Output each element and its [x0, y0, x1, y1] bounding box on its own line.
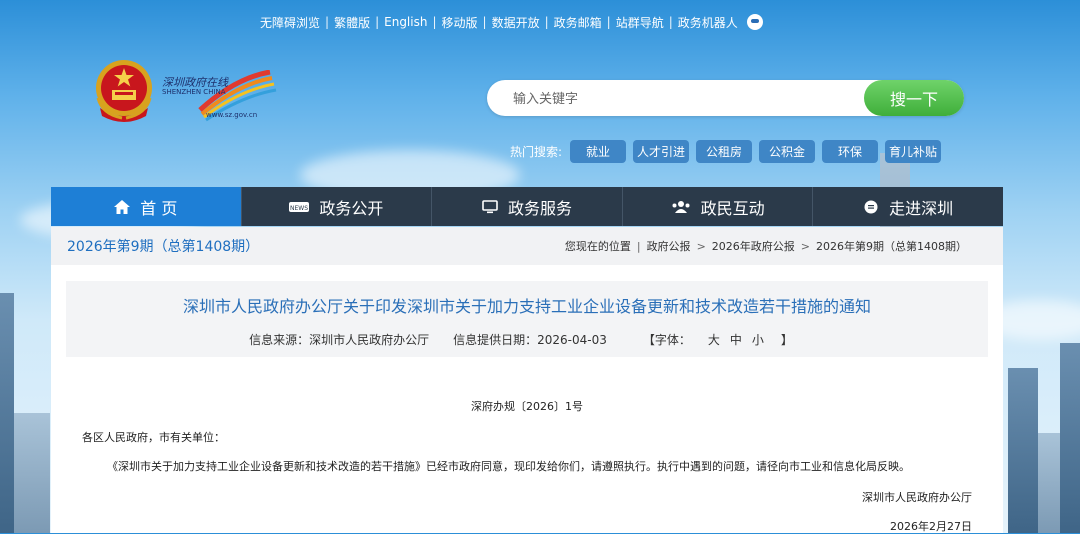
document-number: 深府办规〔2026〕1号 [471, 400, 583, 413]
info-source: 信息来源：深圳市人民政府办公厅 [249, 333, 430, 347]
link-gov-mail[interactable]: 政务邮箱 [549, 14, 607, 31]
breadcrumb-bar: 2026年第9期（总第1408期） 您现在的位置 | 政府公报 > 2026年政府公… [51, 227, 1003, 265]
font-label: 【字体： [642, 333, 691, 347]
link-gov-robot[interactable]: 政务机器人 [673, 14, 743, 31]
hot-tag-talent[interactable]: 人才引进 [633, 140, 690, 163]
link-site-nav[interactable]: 站群导航 [611, 14, 669, 31]
nav-label: 首 页 [140, 198, 178, 218]
search-button[interactable]: 搜一下 [864, 80, 964, 116]
robot-icon[interactable] [746, 14, 763, 30]
body-paragraph: 《深圳市关于加力支持工业企业设备更新和技术改造的若干措施》已经市政府同意，现印发… [107, 460, 910, 473]
salutation: 各区人民政府，市有关单位： [82, 431, 225, 444]
skyline-building [1060, 343, 1080, 533]
nav-label: 政务公开 [319, 198, 384, 218]
breadcrumb-year-gazette[interactable]: 2026年政府公报 [712, 238, 795, 254]
hot-tag-employment[interactable]: 就业 [570, 140, 627, 163]
link-accessibility[interactable]: 无障碍浏览 [255, 14, 325, 31]
font-large-button[interactable]: 大 [708, 333, 720, 347]
nav-gov-services[interactable]: 政务服务 [432, 187, 623, 226]
skyline-building [0, 293, 14, 533]
news-icon: NEWS [289, 201, 310, 212]
search-input[interactable] [511, 80, 845, 118]
info-date: 信息提供日期：2026-04-03 [453, 333, 607, 347]
hot-search: 热门搜索: 就业 人才引进 公租房 公积金 环保 育儿补贴 [510, 140, 948, 163]
article-meta: 信息来源：深圳市人民政府办公厅 信息提供日期：2026-04-03 【字体： 大中… [66, 331, 988, 348]
shenzhen-logo[interactable]: 深圳政府在线 SHENZHEN CHINA www.sz.gov.cn [160, 70, 280, 122]
hot-tag-childcare-subsidy[interactable]: 育儿补贴 [885, 140, 942, 163]
font-medium-button[interactable]: 中 [730, 333, 742, 347]
link-mobile[interactable]: 移动版 [437, 14, 483, 31]
link-english[interactable]: English [379, 15, 432, 29]
national-emblem-icon[interactable] [92, 58, 156, 124]
svg-text:NEWS: NEWS [290, 205, 308, 212]
nav-gov-affairs[interactable]: NEWS 政务公开 [242, 187, 433, 226]
nav-label: 政民互动 [700, 198, 765, 218]
breadcrumb-location-label: 您现在的位置 [564, 240, 631, 253]
home-icon [114, 199, 131, 214]
chat-icon [864, 200, 878, 213]
nav-home[interactable]: 首 页 [51, 187, 242, 226]
article-title: 深圳市人民政府办公厅关于印发深圳市关于加力支持工业企业设备更新和技术改造若干措施… [182, 297, 871, 316]
font-small-button[interactable]: 小 [752, 333, 764, 347]
issue-date: 2026年2月27日 [890, 520, 972, 533]
link-open-data[interactable]: 数据开放 [487, 14, 545, 31]
nav-about-shenzhen[interactable]: 走进深圳 [813, 187, 1003, 226]
link-traditional-chinese[interactable]: 繁體版 [329, 14, 375, 31]
article-panel: 深圳市人民政府办公厅关于印发深圳市关于加力支持工业企业设备更新和技术改造若干措施… [51, 265, 1003, 533]
hot-tag-public-housing[interactable]: 公租房 [696, 140, 753, 163]
skyline-building [1008, 368, 1038, 533]
main-nav: 首 页 NEWS 政务公开 政务服务 政民互动 走进深圳 [51, 187, 1003, 226]
breadcrumb-gov-gazette[interactable]: 政府公报 [647, 238, 691, 254]
breadcrumb: 您现在的位置 | 政府公报 > 2026年政府公报 > 2026年第9期（总第1408… [564, 238, 967, 254]
skyline-building [14, 413, 50, 533]
logo-url: www.sz.gov.cn [206, 111, 258, 119]
hot-tag-housing-fund[interactable]: 公积金 [759, 140, 816, 163]
nav-label: 走进深圳 [889, 198, 954, 218]
issuer-signature: 深圳市人民政府办公厅 [862, 491, 972, 504]
logo-brand-text: SHENZHEN CHINA [162, 88, 226, 96]
hot-tag-environment[interactable]: 环保 [822, 140, 879, 163]
monitor-icon [482, 199, 498, 213]
nav-interaction[interactable]: 政民互动 [623, 187, 814, 226]
article-header: 深圳市人民政府办公厅关于印发深圳市关于加力支持工业企业设备更新和技术改造若干措施… [66, 281, 988, 357]
people-icon [672, 200, 690, 213]
hot-search-label: 热门搜索: [510, 145, 563, 159]
skyline-building [1038, 433, 1060, 533]
nav-label: 政务服务 [507, 198, 572, 218]
top-link-bar: 无障碍浏览 | 繁體版 | English | 移动版 | 数据开放 | 政务邮箱 | 站群… [255, 10, 763, 34]
font-size-control: 【字体： 大中小 】 [631, 331, 805, 348]
font-label-end: 】 [780, 333, 793, 347]
search-bar: 搜一下 [487, 80, 964, 118]
breadcrumb-issue[interactable]: 2026年第9期（总第1408期） [816, 238, 967, 254]
issue-title: 2026年第9期（总第1408期） [67, 239, 260, 255]
